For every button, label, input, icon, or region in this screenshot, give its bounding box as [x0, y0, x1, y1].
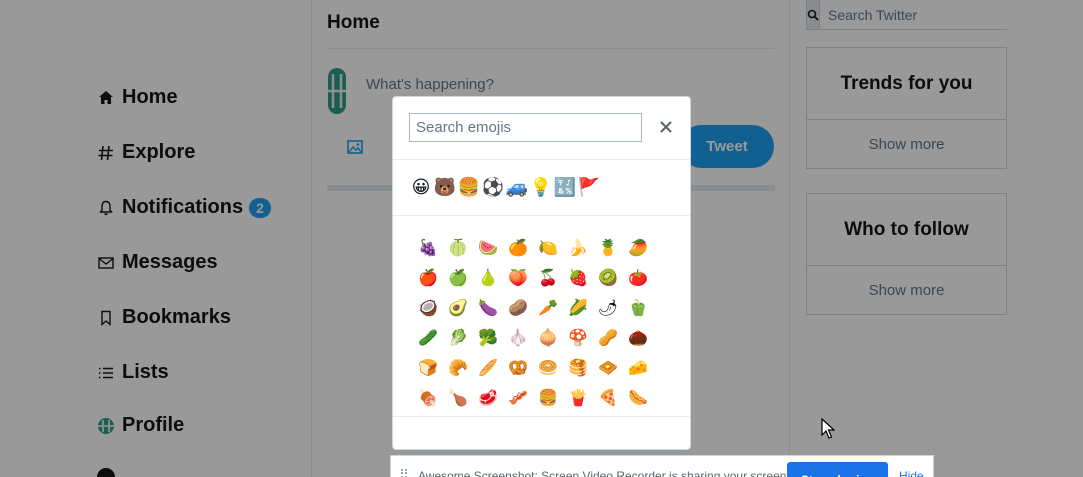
emoji-cell[interactable]: 🥐 [443, 358, 473, 388]
emoji-cell[interactable]: 🧀 [623, 358, 653, 388]
emoji-category-tabs: 😀 🐻 🍔 ⚽ 🚙 💡 🔣 🚩 [409, 176, 601, 198]
emoji-cell[interactable]: 🥕 [533, 298, 563, 328]
tab-objects[interactable]: 💡 [529, 176, 553, 198]
picker-divider [393, 159, 690, 160]
emoji-row: 🥥 🥑 🍆 🥔 🥕 🌽 🌶 🫑 [413, 298, 653, 328]
emoji-cell[interactable]: 🍐 [473, 268, 503, 298]
emoji-cell[interactable]: 🍇 [413, 238, 443, 268]
emoji-cell[interactable]: 🍔 [533, 388, 563, 418]
emoji-cell[interactable]: 🍒 [533, 268, 563, 298]
emoji-cell[interactable]: 🥓 [503, 388, 533, 418]
emoji-cell[interactable]: 🍎 [413, 268, 443, 298]
emoji-cell[interactable]: 🥔 [503, 298, 533, 328]
emoji-cell[interactable]: 🍌 [563, 238, 593, 268]
emoji-cell[interactable]: 🍗 [443, 388, 473, 418]
emoji-cell[interactable]: 🍋 [533, 238, 563, 268]
emoji-cell[interactable]: 🌰 [623, 328, 653, 358]
emoji-cell[interactable]: 🍑 [503, 268, 533, 298]
emoji-cell[interactable]: 🍈 [443, 238, 473, 268]
close-icon[interactable] [657, 118, 675, 136]
emoji-cell[interactable]: 🧅 [533, 328, 563, 358]
emoji-cell[interactable]: 🥜 [593, 328, 623, 358]
tab-food[interactable]: 🍔 [457, 176, 481, 198]
emoji-cell[interactable]: 🍓 [563, 268, 593, 298]
tab-flags[interactable]: 🚩 [577, 176, 601, 198]
emoji-cell[interactable]: 🥨 [503, 358, 533, 388]
emoji-cell[interactable]: 🍊 [503, 238, 533, 268]
hide-link[interactable]: Hide [899, 469, 924, 477]
emoji-cell[interactable]: 🌶 [593, 298, 623, 328]
mouse-cursor-icon [821, 417, 836, 440]
drag-handle-icon[interactable] [401, 469, 407, 477]
emoji-cell[interactable]: 🥝 [593, 268, 623, 298]
emoji-grid: 🍇 🍈 🍉 🍊 🍋 🍌 🍍 🥭 🍎 🍏 🍐 🍑 🍒 🍓 🥝 🍅 🥥 🥑 🍆 🥔 🥕 🌽 🌶 🫑 🥒 🥬 🥦 🧄 🧅 🍄 🥜 🌰 🍞 🥐 🥖 🥨 🥯 🥞 🧇 🧀… [413, 238, 653, 418]
emoji-row: 🥒 🥬 🥦 🧄 🧅 🍄 🥜 🌰 [413, 328, 653, 358]
emoji-cell[interactable]: 🌽 [563, 298, 593, 328]
emoji-row: 🍞 🥐 🥖 🥨 🥯 🥞 🧇 🧀 [413, 358, 653, 388]
emoji-cell[interactable]: 🥯 [533, 358, 563, 388]
emoji-cell[interactable]: 🥞 [563, 358, 593, 388]
emoji-cell[interactable]: 🍍 [593, 238, 623, 268]
emoji-cell[interactable]: 🧄 [503, 328, 533, 358]
emoji-cell[interactable]: 🫑 [623, 298, 653, 328]
emoji-cell[interactable]: 🍟 [563, 388, 593, 418]
emoji-row: 🍖 🍗 🥩 🥓 🍔 🍟 🍕 🌭 [413, 388, 653, 418]
emoji-cell[interactable]: 🍖 [413, 388, 443, 418]
emoji-cell[interactable]: 🥑 [443, 298, 473, 328]
tab-activities[interactable]: ⚽ [481, 176, 505, 198]
emoji-cell[interactable]: 🍉 [473, 238, 503, 268]
emoji-cell[interactable]: 🥖 [473, 358, 503, 388]
picker-divider [393, 215, 690, 216]
emoji-cell[interactable]: 🍏 [443, 268, 473, 298]
tab-animals[interactable]: 🐻 [433, 176, 457, 198]
tab-smileys[interactable]: 😀 [409, 176, 433, 198]
emoji-row: 🍇 🍈 🍉 🍊 🍋 🍌 🍍 🥭 [413, 238, 653, 268]
picker-divider [393, 416, 690, 417]
emoji-cell[interactable]: 🌭 [623, 388, 653, 418]
emoji-cell[interactable]: 🥭 [623, 238, 653, 268]
emoji-cell[interactable]: 🍆 [473, 298, 503, 328]
emoji-row: 🍎 🍏 🍐 🍑 🍒 🍓 🥝 🍅 [413, 268, 653, 298]
share-status-text: Awesome Screenshot: Screen Video Recorde… [418, 469, 790, 477]
emoji-cell[interactable]: 🥩 [473, 388, 503, 418]
emoji-cell[interactable]: 🍕 [593, 388, 623, 418]
emoji-cell[interactable]: 🥒 [413, 328, 443, 358]
emoji-cell[interactable]: 🥦 [473, 328, 503, 358]
emoji-search-input[interactable] [409, 113, 642, 142]
emoji-cell[interactable]: 🧇 [593, 358, 623, 388]
tab-symbols[interactable]: 🔣 [553, 176, 577, 198]
emoji-cell[interactable]: 🥥 [413, 298, 443, 328]
emoji-cell[interactable]: 🍞 [413, 358, 443, 388]
emoji-cell[interactable]: 🍅 [623, 268, 653, 298]
stop-sharing-button[interactable]: Stop sharing [787, 462, 888, 477]
emoji-cell[interactable]: 🍄 [563, 328, 593, 358]
emoji-cell[interactable]: 🥬 [443, 328, 473, 358]
tab-travel[interactable]: 🚙 [505, 176, 529, 198]
screen-share-bar: Awesome Screenshot: Screen Video Recorde… [390, 455, 934, 477]
emoji-picker-dialog: 😀 🐻 🍔 ⚽ 🚙 💡 🔣 🚩 🍇🍈🍉🍊🍋🍌🍍🥭🍎🍏🍐🍑🍒🍓🥝🍅🥥🥑🍆🥔🥕🌽🌶🫑… [392, 96, 691, 450]
